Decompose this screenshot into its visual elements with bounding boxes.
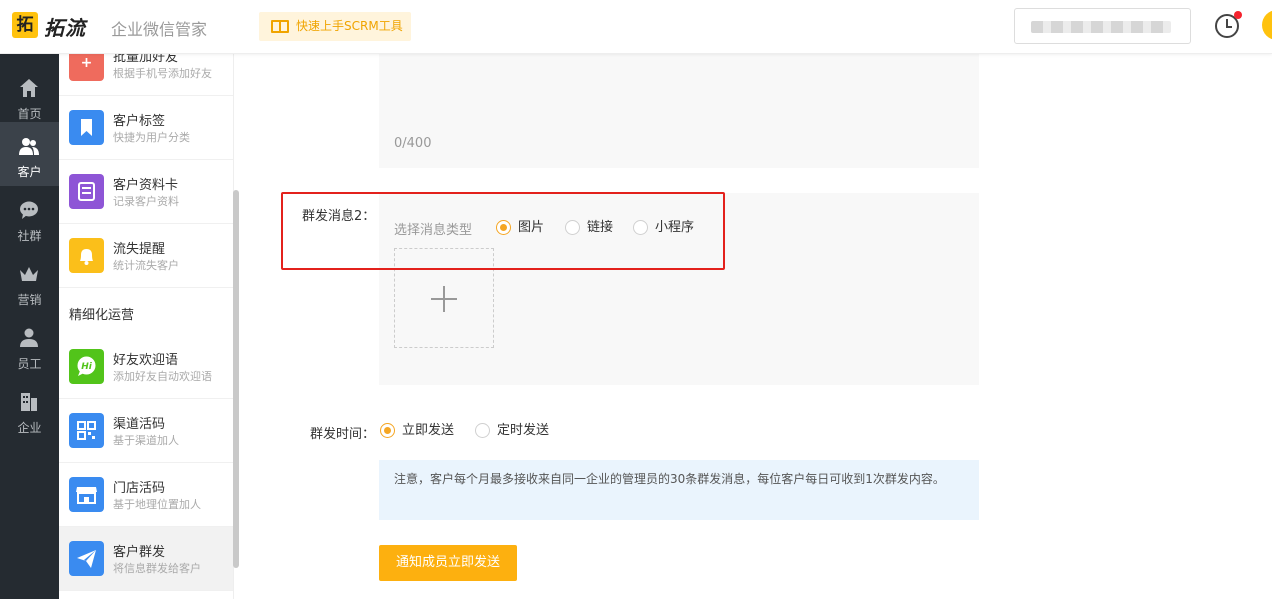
sub-item-batch-add[interactable]: + 批量加好友 根据手机号添加好友 [59, 54, 233, 96]
sub-item-desc: 基于渠道加人 [113, 434, 179, 447]
message-textarea[interactable]: 0/400 [379, 54, 979, 168]
nav-item-marketing[interactable]: 营销 [0, 250, 59, 314]
nav-item-customers[interactable]: 客户 [0, 122, 59, 186]
radio-label: 图片 [518, 220, 545, 235]
char-counter: 0/400 [394, 136, 432, 151]
radio-circle [565, 220, 580, 235]
sub-item-title: 流失提醒 [113, 242, 166, 257]
image-upload[interactable] [394, 248, 494, 348]
logo-icon: 拓 [12, 12, 38, 38]
nav-label: 企业 [17, 421, 42, 435]
bookmark-icon [69, 110, 104, 145]
sub-item-welcome[interactable]: Hi 好友欢迎语 添加好友自动欢迎语 [59, 335, 233, 399]
qrcode-icon [69, 413, 104, 448]
msg2-panel: 选择消息类型 图片 链接 小程序 [379, 193, 979, 385]
submenu-scrollbar[interactable] [233, 190, 239, 568]
radio-label: 立即发送 [402, 423, 455, 438]
chat-icon [20, 201, 38, 219]
quick-start-button[interactable]: 快速上手SCRM工具 [259, 12, 411, 41]
app-name: 企业微信管家 [111, 20, 208, 39]
sub-item-desc: 快捷为用户分类 [113, 131, 190, 144]
sub-item-title: 渠道活码 [113, 417, 166, 432]
sub-item-desc: 将信息群发给客户 [113, 562, 201, 575]
radio-label: 链接 [587, 220, 614, 235]
sub-menu: + 批量加好友 根据手机号添加好友 客户标签 快捷为用户分类 客户资料卡 记录客… [59, 54, 234, 599]
nav-item-staff[interactable]: 员工 [0, 314, 59, 378]
sub-item-tags[interactable]: 客户标签 快捷为用户分类 [59, 96, 233, 160]
sub-item-channel-code[interactable]: 渠道活码 基于渠道加人 [59, 399, 233, 463]
radio-image[interactable]: 图片 [496, 220, 544, 236]
top-header: 拓 拓流 企业微信管家 快速上手SCRM工具 [0, 0, 1272, 54]
radio-circle [475, 423, 490, 438]
sub-item-store-code[interactable]: 门店活码 基于地理位置加人 [59, 463, 233, 527]
crown-icon [20, 267, 38, 281]
store-icon [69, 477, 104, 512]
radio-circle [633, 220, 648, 235]
clock-icon[interactable] [1215, 11, 1242, 38]
send-icon [69, 541, 104, 576]
person-icon [20, 328, 38, 347]
sub-item-mass-send[interactable]: 客户群发 将信息群发给客户 [59, 527, 233, 591]
search-input[interactable] [1014, 8, 1191, 44]
radio-send-now[interactable]: 立即发送 [380, 423, 454, 439]
users-icon [19, 138, 39, 155]
building-icon [21, 393, 37, 411]
book-icon [271, 20, 289, 33]
home-icon [20, 79, 38, 97]
bell-icon [69, 238, 104, 273]
nav-label: 营销 [17, 293, 42, 307]
sub-item-title: 批量加好友 [113, 54, 179, 65]
radio-circle [496, 220, 511, 235]
sub-item-title: 客户群发 [113, 545, 166, 560]
type-label: 选择消息类型 [394, 223, 473, 238]
radio-circle [380, 423, 395, 438]
nav-item-home[interactable]: 首页 [0, 64, 59, 128]
quick-start-label: 快速上手SCRM工具 [296, 19, 403, 33]
sub-item-desc: 添加好友自动欢迎语 [113, 370, 212, 383]
radio-link[interactable]: 链接 [565, 220, 613, 236]
sub-item-churn-alert[interactable]: 流失提醒 统计流失客户 [59, 224, 233, 288]
nav-label: 客户 [17, 165, 42, 179]
sub-item-title: 好友欢迎语 [113, 353, 179, 368]
sub-item-desc: 统计流失客户 [113, 259, 179, 272]
radio-scheduled[interactable]: 定时发送 [475, 423, 549, 439]
nav-label: 员工 [17, 357, 42, 371]
sub-item-desc: 基于地理位置加人 [113, 498, 201, 511]
sub-item-desc: 根据手机号添加好友 [113, 67, 212, 80]
hi-icon: Hi [69, 349, 104, 384]
sub-item-title: 客户标签 [113, 114, 166, 129]
main-content: 0/400 群发消息2： 选择消息类型 图片 链接 小程序 群发时间： 立即发送 [240, 54, 1272, 599]
nav-item-enterprise[interactable]: 企业 [0, 378, 59, 442]
notification-dot [1234, 11, 1242, 19]
sub-item-profile-card[interactable]: 客户资料卡 记录客户资料 [59, 160, 233, 224]
msg2-label: 群发消息2： [302, 209, 376, 224]
radio-miniprogram[interactable]: 小程序 [633, 220, 694, 236]
send-now-button[interactable]: 通知成员立即发送 [379, 545, 517, 581]
logo-text: 拓流 [44, 16, 86, 40]
profile-card-icon [69, 174, 104, 209]
radio-label: 定时发送 [497, 423, 550, 438]
left-nav: 首页 客户 社群 营销 员工 企业 [0, 54, 59, 599]
svg-text:Hi: Hi [81, 362, 93, 372]
avatar[interactable] [1262, 10, 1272, 40]
section-title: 精细化运营 [69, 308, 135, 323]
nav-label: 首页 [17, 107, 42, 121]
sub-item-title: 门店活码 [113, 481, 166, 496]
send-time-label: 群发时间： [310, 427, 376, 442]
sub-item-title: 客户资料卡 [113, 178, 179, 193]
sub-item-desc: 记录客户资料 [113, 195, 179, 208]
nav-item-groups[interactable]: 社群 [0, 186, 59, 250]
radio-label: 小程序 [655, 220, 695, 235]
notice-box: 注意，客户每个月最多接收来自同一企业的管理员的30条群发消息，每位客户每日可收到… [379, 460, 979, 520]
blurred-content [1031, 21, 1171, 33]
nav-label: 社群 [17, 229, 42, 243]
add-friend-icon: + [69, 54, 104, 81]
